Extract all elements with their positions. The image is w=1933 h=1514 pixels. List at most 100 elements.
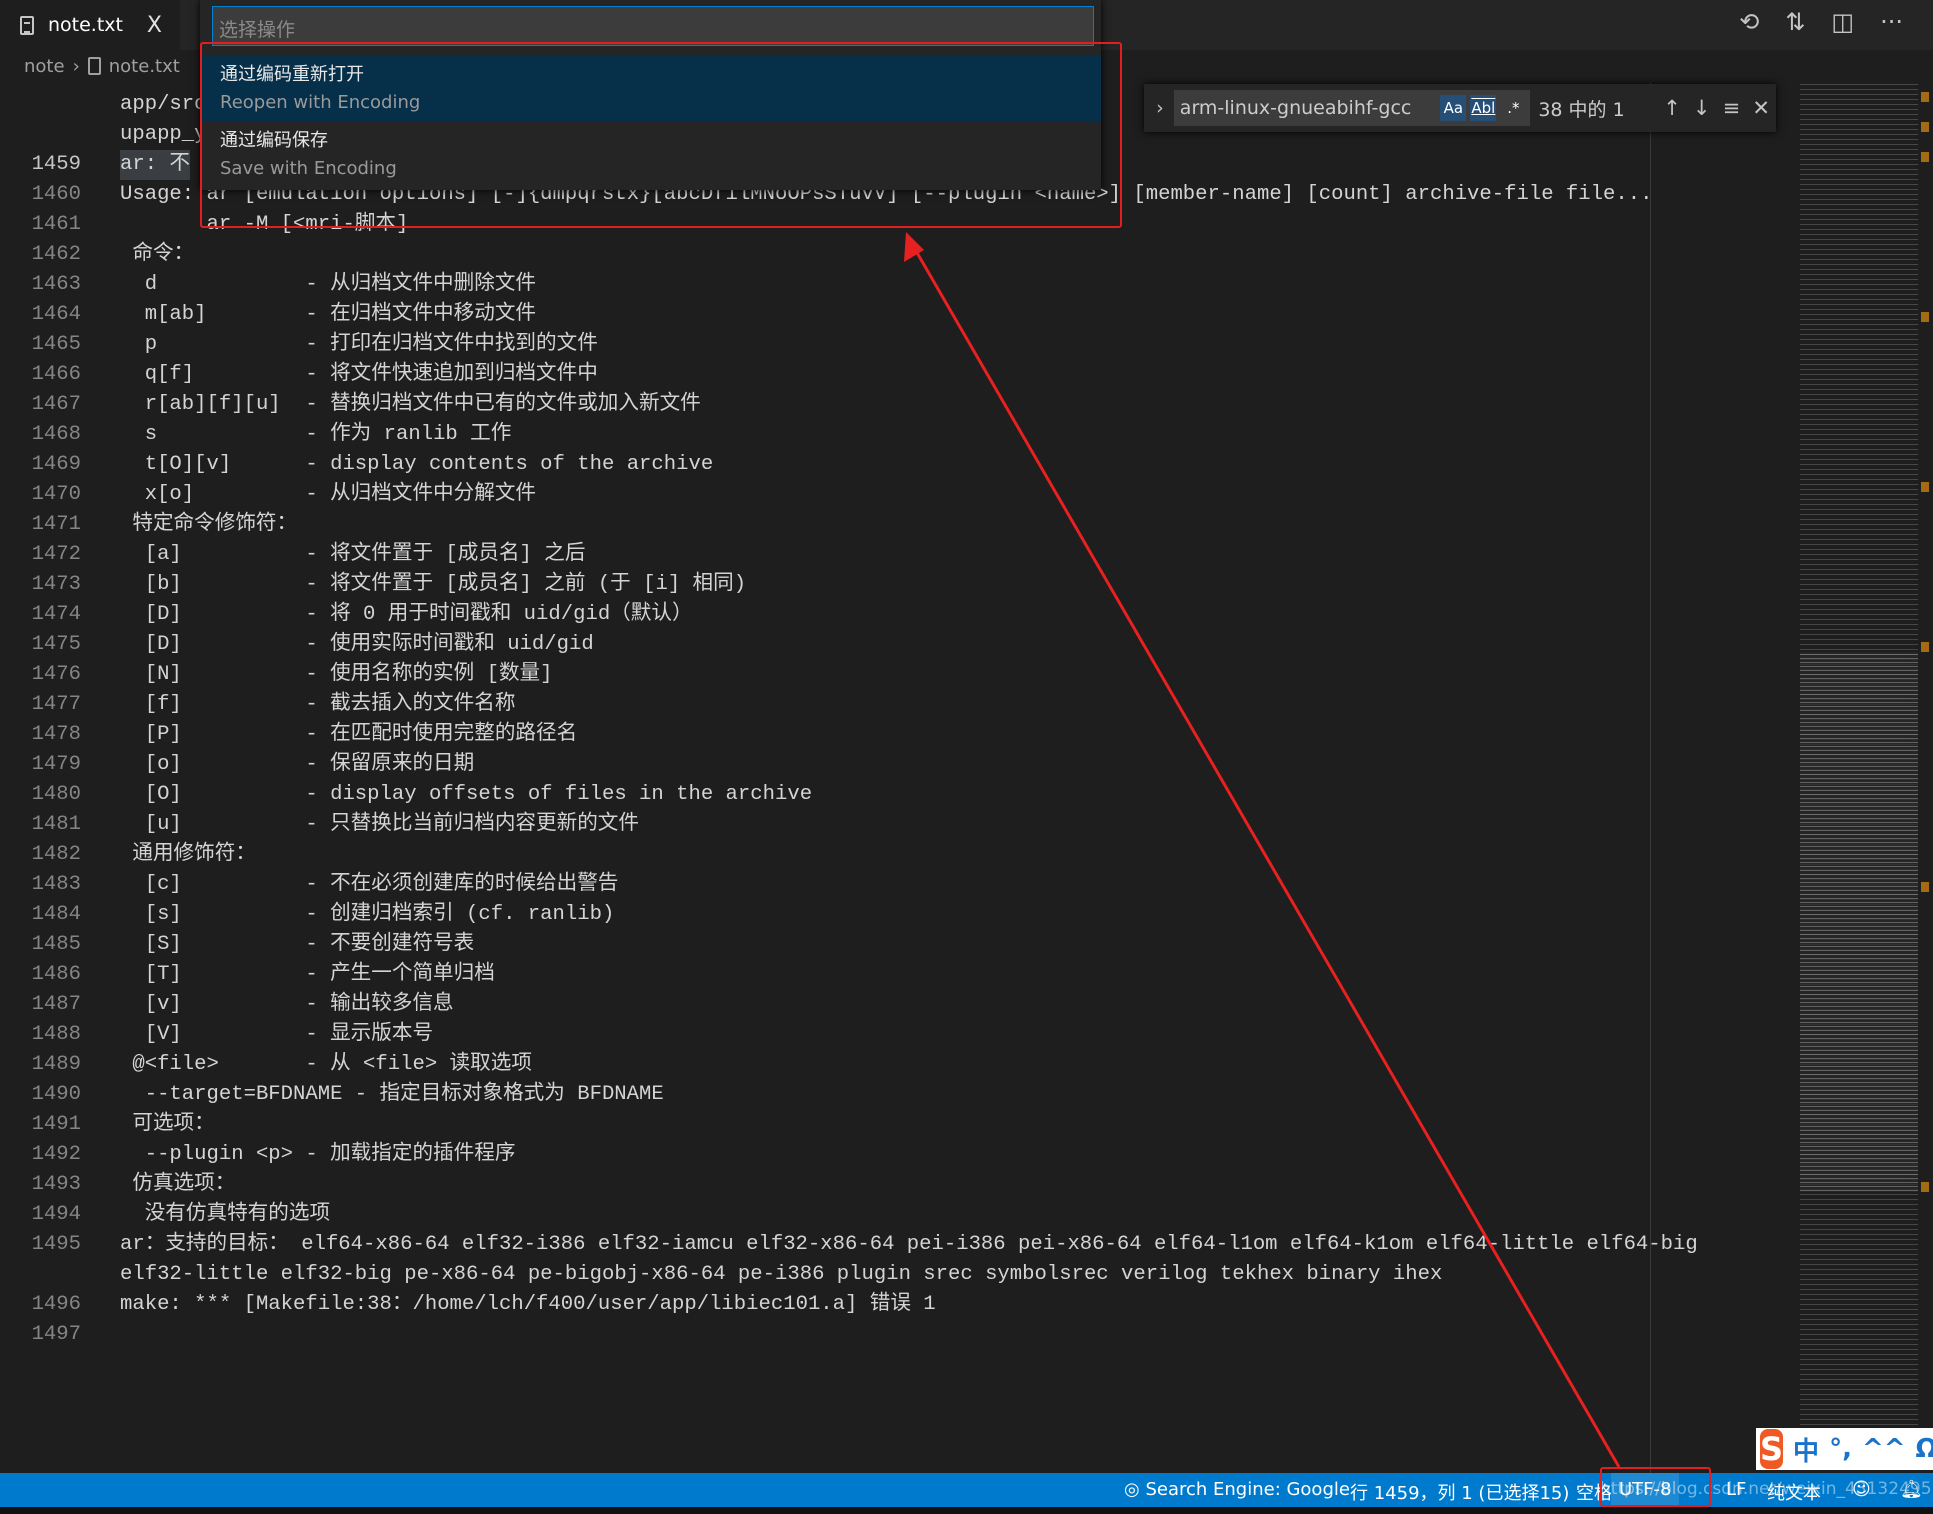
code-line[interactable]: 1476 [N] - 使用名称的实例 [数量]: [0, 660, 1700, 690]
code-line[interactable]: 1495 ar：支持的目标： elf64-x86-64 elf32-i386 el…: [0, 1230, 1700, 1260]
split-editor-icon[interactable]: ◫: [1831, 8, 1854, 36]
code-line[interactable]: 1477 [f] - 截去插入的文件名称: [0, 690, 1700, 720]
status-cursor-position[interactable]: 行 1459，列 1 (已选择15): [1350, 1479, 1569, 1505]
code-line[interactable]: 1484 [s] - 创建归档索引 (cf. ranlib): [0, 900, 1700, 930]
line-text: make: *** [Makefile:38：/home/lch/f400/us…: [120, 1293, 936, 1316]
find-match-marker: [1921, 882, 1929, 892]
code-line[interactable]: 1475 [D] - 使用实际时间戳和 uid/gid: [0, 630, 1700, 660]
timeline-icon[interactable]: ⟲: [1739, 8, 1759, 36]
line-text: t[O][v] - display contents of the archiv…: [120, 453, 714, 476]
code-line[interactable]: 1467 r[ab][f][u] - 替换归档文件中已有的文件或加入新文件: [0, 390, 1700, 420]
status-search-engine[interactable]: ◎ Search Engine: Google: [1124, 1479, 1350, 1500]
code-line[interactable]: 1470 x[o] - 从归档文件中分解文件: [0, 480, 1700, 510]
line-number: 1491: [31, 1113, 81, 1136]
compare-changes-icon[interactable]: ⇅: [1785, 8, 1805, 36]
code-line[interactable]: 1462 命令：: [0, 240, 1700, 270]
code-line[interactable]: 1461 ar -M [<mri-脚本]: [0, 210, 1700, 240]
close-find-button[interactable]: ✕: [1746, 96, 1776, 120]
ime-symbol-button[interactable]: Ω: [1916, 1434, 1933, 1464]
line-number: 1472: [31, 543, 81, 566]
code-line[interactable]: 1471 特定命令修饰符：: [0, 510, 1700, 540]
code-line[interactable]: 1473 [b] - 将文件置于 [成员名] 之前 (于 [i] 相同): [0, 570, 1700, 600]
line-number: 1483: [31, 873, 81, 896]
line-text: d - 从归档文件中删除文件: [120, 273, 537, 296]
code-line[interactable]: elf32-little elf32-big pe-x86-64 pe-bigo…: [0, 1260, 1700, 1290]
code-line[interactable]: 1497: [0, 1320, 1700, 1350]
sogou-logo[interactable]: S: [1760, 1429, 1784, 1469]
whole-word-button[interactable]: Abl: [1470, 95, 1497, 121]
code-line[interactable]: 1492 --plugin <p> - 加载指定的插件程序: [0, 1140, 1700, 1170]
code-line[interactable]: 1488 [V] - 显示版本号: [0, 1020, 1700, 1050]
palette-item-reopen-with-encoding[interactable]: 通过编码重新打开 Reopen with Encoding: [200, 55, 1101, 121]
editor-text-area[interactable]: app/src upapp_y 1459 ar: 不 1460 Usage: ar [em…: [0, 82, 1795, 1473]
line-number: 1488: [31, 1023, 81, 1046]
code-line[interactable]: 1486 [T] - 产生一个简单归档: [0, 960, 1700, 990]
more-actions-icon[interactable]: ···: [1880, 8, 1903, 36]
line-number: 1494: [31, 1203, 81, 1226]
code-line[interactable]: 1464 m[ab] - 在归档文件中移动文件: [0, 300, 1700, 330]
watermark: https://blog.csdn.net/weixin_43132495: [1600, 1479, 1932, 1499]
line-text: [s] - 创建归档索引 (cf. ranlib): [120, 903, 615, 926]
line-number: 1474: [31, 603, 81, 626]
code-line[interactable]: 1472 [a] - 将文件置于 [成员名] 之后: [0, 540, 1700, 570]
code-line[interactable]: 1478 [P] - 在匹配时使用完整的路径名: [0, 720, 1700, 750]
palette-item-save-with-encoding[interactable]: 通过编码保存 Save with Encoding: [200, 121, 1101, 187]
code-line[interactable]: 1463 d - 从归档文件中删除文件: [0, 270, 1700, 300]
line-number: 1487: [31, 993, 81, 1016]
code-line[interactable]: 1481 [u] - 只替换比当前归档内容更新的文件: [0, 810, 1700, 840]
editor-actions: ⟲ ⇅ ◫ ···: [1739, 8, 1903, 36]
code-line[interactable]: 1469 t[O][v] - display contents of the a…: [0, 450, 1700, 480]
ime-mode-button[interactable]: 中: [1793, 1431, 1819, 1468]
code-line[interactable]: 1466 q[f] - 将文件快速追加到归档文件中: [0, 360, 1700, 390]
line-text: [D] - 使用实际时间戳和 uid/gid: [120, 633, 594, 656]
toggle-replace-button[interactable]: ›: [1150, 97, 1170, 119]
code-line[interactable]: 1479 [o] - 保留原来的日期: [0, 750, 1700, 780]
code-line[interactable]: 1494 没有仿真特有的选项: [0, 1200, 1700, 1230]
code-line[interactable]: 1482 通用修饰符：: [0, 840, 1700, 870]
taskbar-strip: [0, 1507, 1933, 1514]
match-case-button[interactable]: Aa: [1440, 95, 1467, 121]
code-line[interactable]: 1465 p - 打印在归档文件中找到的文件: [0, 330, 1700, 360]
code-line[interactable]: 1490 --target=BFDNAME - 指定目标对象格式为 BFDNAM…: [0, 1080, 1700, 1110]
line-text: q[f] - 将文件快速追加到归档文件中: [120, 363, 598, 386]
line-number: 1470: [31, 483, 81, 506]
find-match-marker: [1921, 482, 1929, 492]
breadcrumb-file[interactable]: note.txt: [109, 56, 180, 77]
code-line[interactable]: 1489 @<file> - 从 <file> 读取选项: [0, 1050, 1700, 1080]
find-input[interactable]: arm-linux-gnueabihf-gcc Aa Abl .*: [1173, 90, 1531, 126]
line-text: --target=BFDNAME - 指定目标对象格式为 BFDNAME: [120, 1083, 664, 1106]
line-number: 1464: [31, 303, 81, 326]
close-tab-button[interactable]: X: [147, 13, 162, 38]
line-number: 1466: [31, 363, 81, 386]
code-line[interactable]: 1483 [c] - 不在必须创建库的时候给出警告: [0, 870, 1700, 900]
minimap-slider[interactable]: [1800, 652, 1918, 1192]
line-text: elf32-little elf32-big pe-x86-64 pe-bigo…: [120, 1263, 1443, 1286]
ime-punct-button[interactable]: °,: [1829, 1434, 1852, 1464]
code-line[interactable]: 1496 make: *** [Makefile:38：/home/lch/f40…: [0, 1290, 1700, 1320]
previous-match-button[interactable]: ↑: [1657, 96, 1687, 120]
code-line[interactable]: 1474 [D] - 将 0 用于时间戳和 uid/gid（默认）: [0, 600, 1700, 630]
vertical-scrollbar[interactable]: [1918, 82, 1933, 1473]
find-in-selection-button[interactable]: ≡: [1717, 96, 1747, 120]
ime-emoji-button[interactable]: ^^: [1862, 1434, 1906, 1464]
line-text: upapp_y: [120, 123, 207, 146]
code-line[interactable]: 1487 [v] - 输出较多信息: [0, 990, 1700, 1020]
line-number: 1479: [31, 753, 81, 776]
code-line[interactable]: 1493 仿真选项：: [0, 1170, 1700, 1200]
line-number: 1461: [31, 213, 81, 236]
next-match-button[interactable]: ↓: [1687, 96, 1717, 120]
regex-button[interactable]: .*: [1500, 95, 1526, 121]
code-line[interactable]: 1491 可选项：: [0, 1110, 1700, 1140]
code-line[interactable]: 1468 s - 作为 ranlib 工作: [0, 420, 1700, 450]
line-text: app/src: [120, 93, 207, 116]
code-line[interactable]: 1485 [S] - 不要创建符号表: [0, 930, 1700, 960]
minimap[interactable]: [1800, 82, 1918, 1473]
line-text: 仿真选项：: [120, 1173, 236, 1196]
line-text: [a] - 将文件置于 [成员名] 之后: [120, 543, 586, 566]
tab-note-txt[interactable]: note.txt X: [0, 0, 180, 50]
breadcrumb-folder[interactable]: note: [24, 56, 65, 77]
command-palette-input[interactable]: 选择操作: [212, 6, 1094, 46]
code-line[interactable]: 1480 [O] - display offsets of files in t…: [0, 780, 1700, 810]
command-palette: 选择操作 通过编码重新打开 Reopen with Encoding 通过编码保…: [200, 0, 1101, 190]
line-text: [c] - 不在必须创建库的时候给出警告: [120, 873, 619, 896]
